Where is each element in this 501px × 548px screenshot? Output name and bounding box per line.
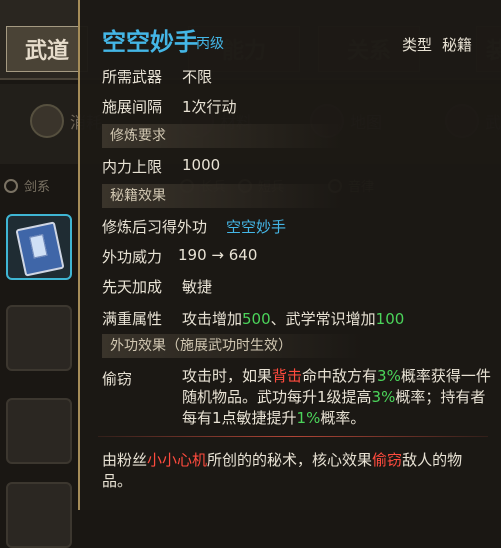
inventory-slot[interactable] xyxy=(6,482,72,548)
power-value: 190 → 640 xyxy=(178,246,258,264)
interval-label: 施展间隔 xyxy=(102,98,163,116)
section-requirements: 修炼要求 xyxy=(102,124,342,148)
neili-label: 内力上限 xyxy=(102,158,163,176)
potion-icon xyxy=(30,104,64,138)
innate-label: 先天加成 xyxy=(102,278,163,296)
weapon-value: 不限 xyxy=(182,68,213,86)
desc-text: 命中敌方有 xyxy=(302,367,378,385)
desc-percent: 3% xyxy=(371,388,396,406)
item-type-value: 秘籍 xyxy=(442,36,473,54)
desc-text: 由粉丝 xyxy=(102,451,148,469)
learn-value: 空空妙手 xyxy=(226,218,287,236)
desc-highlight: 偷窃 xyxy=(372,451,403,469)
item-title: 空空妙手 xyxy=(102,28,198,56)
full-text: 攻击增加 xyxy=(182,310,243,328)
footer-description: 由粉丝小小心机所创的的秘术，核心效果偷窃敌人的物品。 xyxy=(102,450,482,492)
inventory-slot[interactable] xyxy=(6,398,72,464)
radio-icon xyxy=(4,178,18,193)
filter-label: 剑系 xyxy=(24,180,51,195)
item-type-label: 类型 xyxy=(402,36,433,54)
desc-highlight: 小小心机 xyxy=(147,451,208,469)
tab-wudao[interactable]: 武道 xyxy=(6,26,88,72)
item-grade: 丙级 xyxy=(196,36,224,52)
filter-sword[interactable]: 剑系 xyxy=(4,176,50,195)
desc-highlight: 背击 xyxy=(272,367,303,385)
steal-label: 偷窃 xyxy=(102,370,133,388)
power-label: 外功威力 xyxy=(102,248,163,266)
section-skill-effect: 外功效果（施展武功时生效） xyxy=(102,334,362,358)
full-knowledge-value: 100 xyxy=(375,310,405,328)
desc-text: 所创的的秘术，核心效果 xyxy=(207,451,373,469)
desc-text: 概率。 xyxy=(320,409,366,427)
steal-description: 攻击时，如果背击命中敌方有3%概率获得一件随机物品。武功每升1级提高3%概率；持… xyxy=(182,366,494,429)
full-value: 攻击增加500、武学常识增加100 xyxy=(182,308,404,329)
full-attack-value: 500 xyxy=(242,310,271,328)
inventory-slot-selected[interactable] xyxy=(6,214,72,280)
desc-percent: 3% xyxy=(377,367,401,385)
divider xyxy=(98,436,488,437)
neili-value: 1000 xyxy=(182,156,221,174)
desc-percent: 1% xyxy=(296,409,321,427)
item-tooltip: 空空妙手 丙级 类型 秘籍 所需武器 不限 施展间隔 1次行动 修炼要求 内力上… xyxy=(78,0,501,510)
manual-book-icon xyxy=(15,221,65,277)
full-label: 满重属性 xyxy=(102,310,163,328)
section-effects: 秘籍效果 xyxy=(102,184,342,208)
full-text: 、武学常识增加 xyxy=(270,310,376,328)
weapon-label: 所需武器 xyxy=(102,68,163,86)
interval-value: 1次行动 xyxy=(182,98,237,116)
learn-label: 修炼后习得外功 xyxy=(102,218,208,236)
innate-value: 敏捷 xyxy=(182,278,213,296)
desc-text: 攻击时，如果 xyxy=(182,367,273,385)
inventory-slot[interactable] xyxy=(6,305,72,371)
